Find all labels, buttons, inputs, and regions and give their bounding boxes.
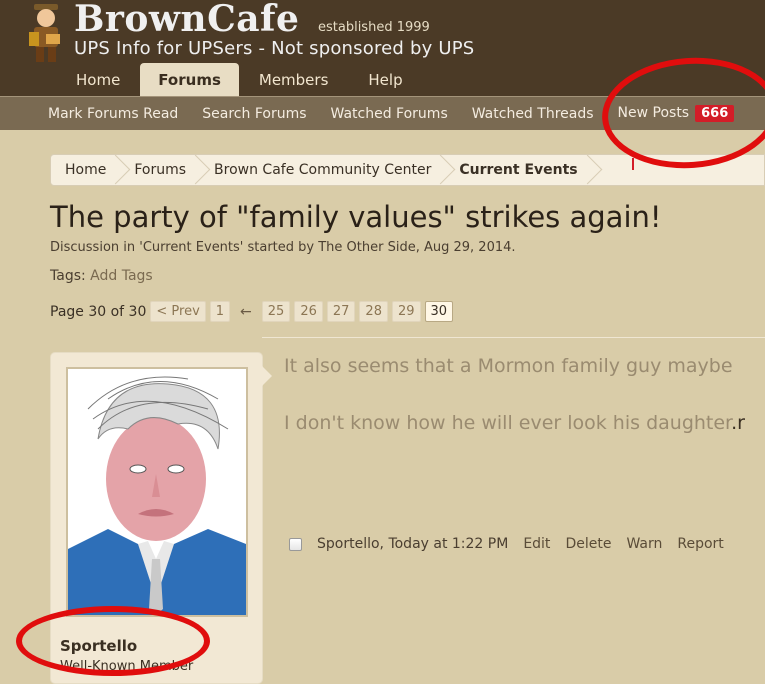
main-tabs: Home Forums Members Help: [26, 63, 423, 97]
page-25-button[interactable]: 25: [261, 301, 291, 322]
page-26-button[interactable]: 26: [294, 301, 323, 322]
page-title: The party of "family values" strikes aga…: [50, 200, 662, 234]
page-29-button[interactable]: 29: [391, 301, 421, 322]
edit-post-link[interactable]: Edit: [523, 536, 550, 552]
site-logo-title[interactable]: BrownCafe: [74, 0, 299, 40]
report-post-link[interactable]: Report: [677, 536, 723, 552]
search-forums-link[interactable]: Search Forums: [202, 106, 306, 122]
warn-post-link[interactable]: Warn: [626, 536, 662, 552]
established-text: established 1999: [318, 20, 430, 35]
post-message-line-1: It also seems that a Mormon family guy m…: [284, 355, 733, 377]
site-tagline: UPS Info for UPSers - Not sponsored by U…: [74, 38, 475, 59]
tags-label: Tags:: [50, 268, 86, 284]
tab-help[interactable]: Help: [348, 63, 422, 97]
page-navigation: Page 30 of 30 < Prev 1 ← 25 26 27 28 29 …: [50, 301, 454, 322]
avatar[interactable]: [66, 367, 248, 617]
post-message-line-2: I don't know how he will ever look his d…: [284, 412, 745, 434]
message-pointer: [262, 366, 272, 386]
post-message-line-2-end: .r: [731, 412, 745, 434]
annotation-ring-username: [16, 606, 210, 676]
breadcrumb-home[interactable]: Home: [51, 155, 120, 185]
watched-forums-link[interactable]: Watched Forums: [331, 106, 448, 122]
breadcrumb-current-events[interactable]: Current Events: [445, 155, 591, 185]
watched-threads-link[interactable]: Watched Threads: [472, 106, 594, 122]
breadcrumb-community-center[interactable]: Brown Cafe Community Center: [200, 155, 445, 185]
mark-forums-read-link[interactable]: Mark Forums Read: [48, 106, 178, 122]
prev-page-button[interactable]: < Prev: [150, 301, 206, 322]
avatar-image: [68, 369, 246, 615]
breadcrumb-marker: [632, 158, 634, 170]
thread-meta: Discussion in 'Current Events' started b…: [50, 240, 516, 255]
page-28-button[interactable]: 28: [359, 301, 388, 322]
page-27-button[interactable]: 27: [326, 301, 356, 322]
breadcrumb-forums[interactable]: Forums: [120, 155, 200, 185]
post-message-line-2-text: I don't know how he will ever look his d…: [284, 412, 732, 434]
thread-tags: Tags: Add Tags: [50, 268, 153, 284]
post-divider: [262, 337, 765, 338]
tab-forums[interactable]: Forums: [140, 63, 239, 97]
delete-post-link[interactable]: Delete: [565, 536, 611, 552]
page-skip-arrow-icon[interactable]: ←: [240, 304, 252, 320]
tab-home[interactable]: Home: [26, 63, 140, 97]
page-30-current[interactable]: 30: [424, 301, 454, 322]
mascot-logo-icon[interactable]: [26, 2, 66, 64]
select-post-checkbox[interactable]: [289, 537, 302, 551]
post-actions-bar: Sportello, Today at 1:22 PM Edit Delete …: [289, 536, 724, 552]
post-author-time[interactable]: Sportello, Today at 1:22 PM: [317, 536, 508, 552]
tab-members[interactable]: Members: [239, 63, 349, 97]
add-tags-link[interactable]: Add Tags: [90, 268, 153, 284]
page-1-button[interactable]: 1: [209, 301, 231, 322]
page-label: Page 30 of 30: [50, 303, 147, 320]
